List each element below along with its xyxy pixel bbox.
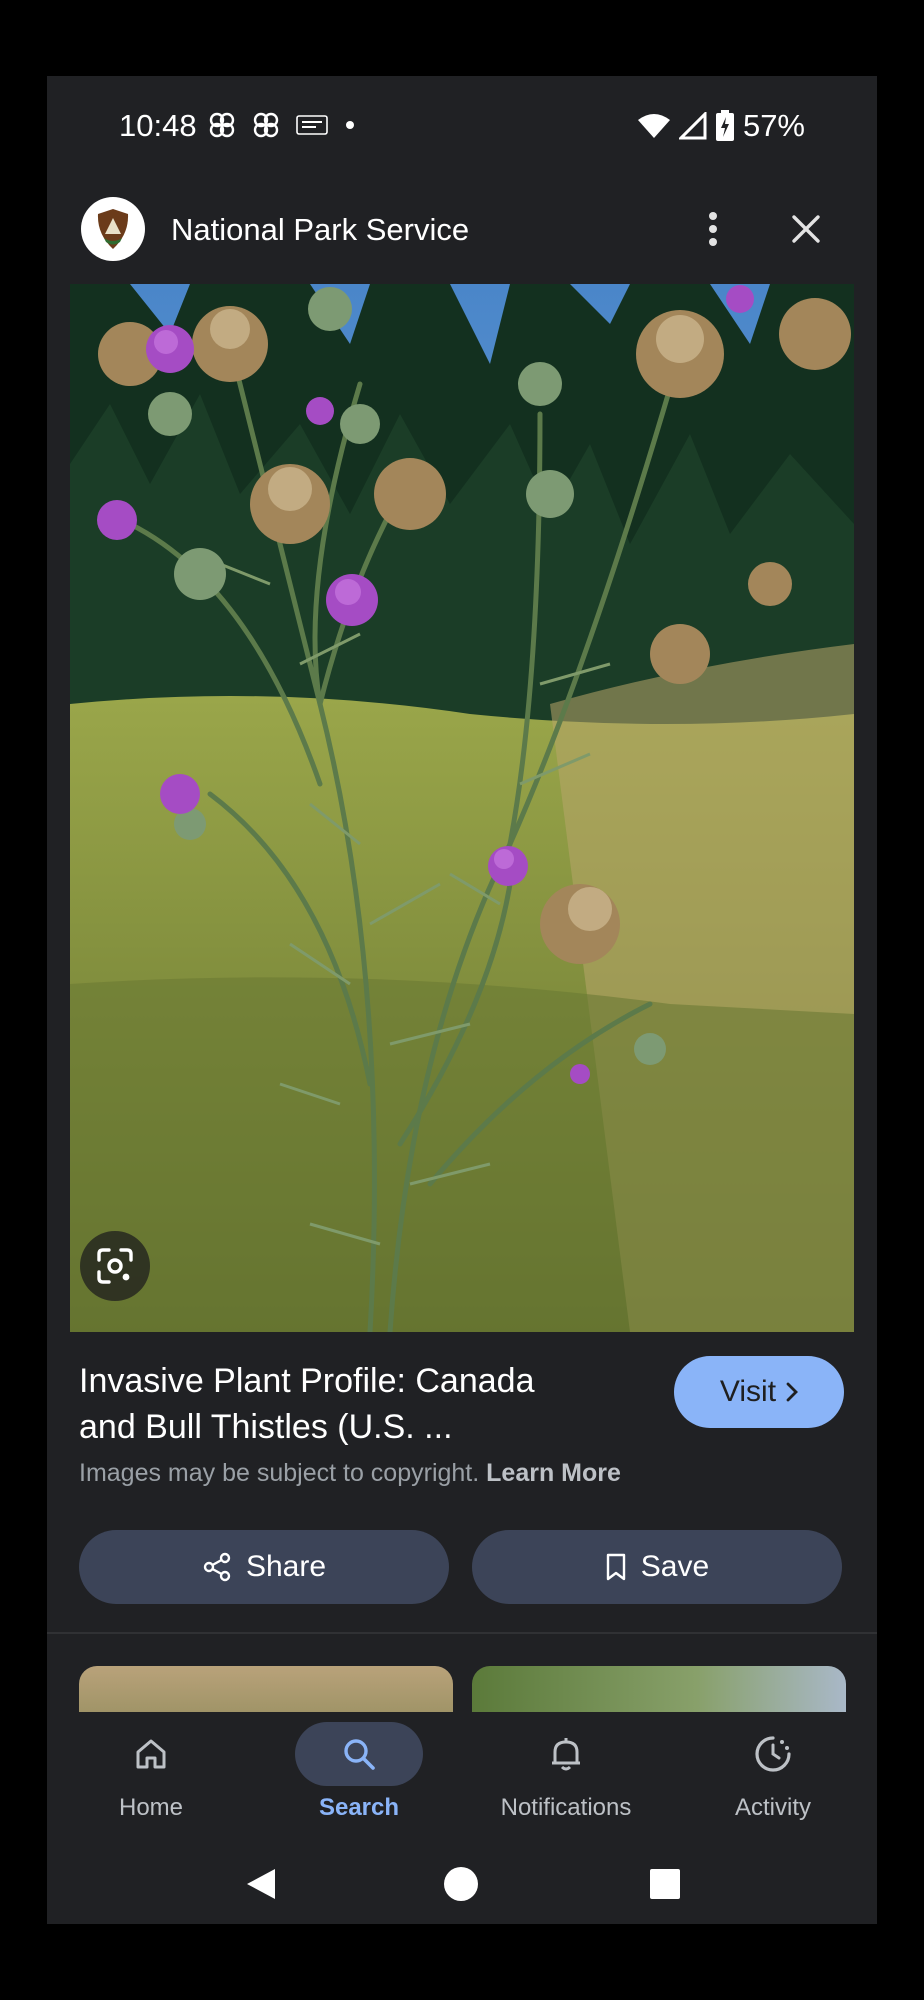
visit-button[interactable]: Visit (674, 1356, 844, 1428)
share-label: Share (245, 1550, 327, 1583)
nav-activity-label: Activity (734, 1794, 811, 1821)
save-label: Save (640, 1550, 710, 1583)
bell-icon (502, 1722, 630, 1786)
nbc-news-icon (296, 115, 328, 135)
pinwheel-icon (253, 112, 279, 138)
system-navigation (47, 1852, 877, 1912)
thistle-photo[interactable] (70, 284, 854, 1332)
related-image-thumb[interactable] (472, 1666, 846, 1716)
activity-icon (709, 1722, 837, 1786)
more-vert-icon (709, 212, 717, 246)
result-title[interactable]: Invasive Plant Profile: Canada and Bull … (79, 1358, 599, 1450)
nav-notifications[interactable]: Notifications (462, 1722, 670, 1832)
recents-square-icon (650, 1869, 680, 1899)
related-image-thumb[interactable] (79, 1666, 453, 1716)
pinwheel-icon (209, 112, 235, 138)
save-button[interactable]: Save (472, 1530, 842, 1604)
battery-charging-icon (715, 110, 734, 141)
chevron-right-icon (786, 1382, 799, 1402)
nps-arrowhead-logo (97, 209, 129, 249)
source-header: National Park Service (47, 176, 877, 282)
share-button[interactable]: Share (79, 1530, 449, 1604)
image-info-panel: Invasive Plant Profile: Canada and Bull … (47, 1332, 877, 1632)
status-right: 57% (637, 108, 805, 144)
home-circle-icon (444, 1867, 478, 1901)
notification-icons (207, 110, 357, 140)
learn-more-link[interactable]: Learn More (486, 1459, 621, 1487)
battery-percent: 57% (742, 108, 805, 143)
close-icon (792, 215, 820, 243)
bottom-navigation: Home Search Notifications Activity (47, 1712, 877, 1924)
nav-search-label: Search (318, 1794, 400, 1821)
divider (47, 1632, 877, 1634)
copyright-text: Images may be subject to copyright. (79, 1459, 480, 1487)
status-bar: 10:48 57% (47, 76, 877, 176)
dot-icon (346, 121, 354, 129)
nav-activity[interactable]: Activity (669, 1722, 877, 1832)
related-images (47, 1666, 877, 1716)
site-name[interactable]: National Park Service (171, 212, 469, 248)
share-icon (203, 1552, 231, 1582)
home-system-button[interactable] (439, 1862, 483, 1906)
home-icon (87, 1722, 215, 1786)
back-button[interactable] (239, 1862, 283, 1906)
close-button[interactable] (781, 204, 831, 254)
signal-icon (678, 112, 707, 140)
nav-home-label: Home (118, 1794, 184, 1821)
copyright-notice: Images may be subject to copyright. Lear… (79, 1459, 621, 1488)
nav-search[interactable]: Search (255, 1722, 463, 1832)
back-triangle-icon (247, 1869, 275, 1899)
thistle-image (70, 284, 854, 1332)
more-options-button[interactable] (691, 204, 735, 254)
nav-home[interactable]: Home (47, 1722, 255, 1832)
nav-notifications-label: Notifications (500, 1794, 632, 1821)
google-lens-button[interactable] (80, 1231, 150, 1301)
visit-label: Visit (719, 1375, 777, 1408)
search-icon (295, 1722, 423, 1786)
lens-icon (97, 1248, 133, 1284)
bookmark-icon (606, 1553, 625, 1581)
status-time: 10:48 (119, 108, 197, 143)
nps-logo[interactable] (81, 197, 145, 261)
recents-button[interactable] (643, 1862, 687, 1906)
wifi-icon (637, 114, 670, 138)
phone-screen: 10:48 57% National Park Service Invasive… (47, 76, 877, 1924)
